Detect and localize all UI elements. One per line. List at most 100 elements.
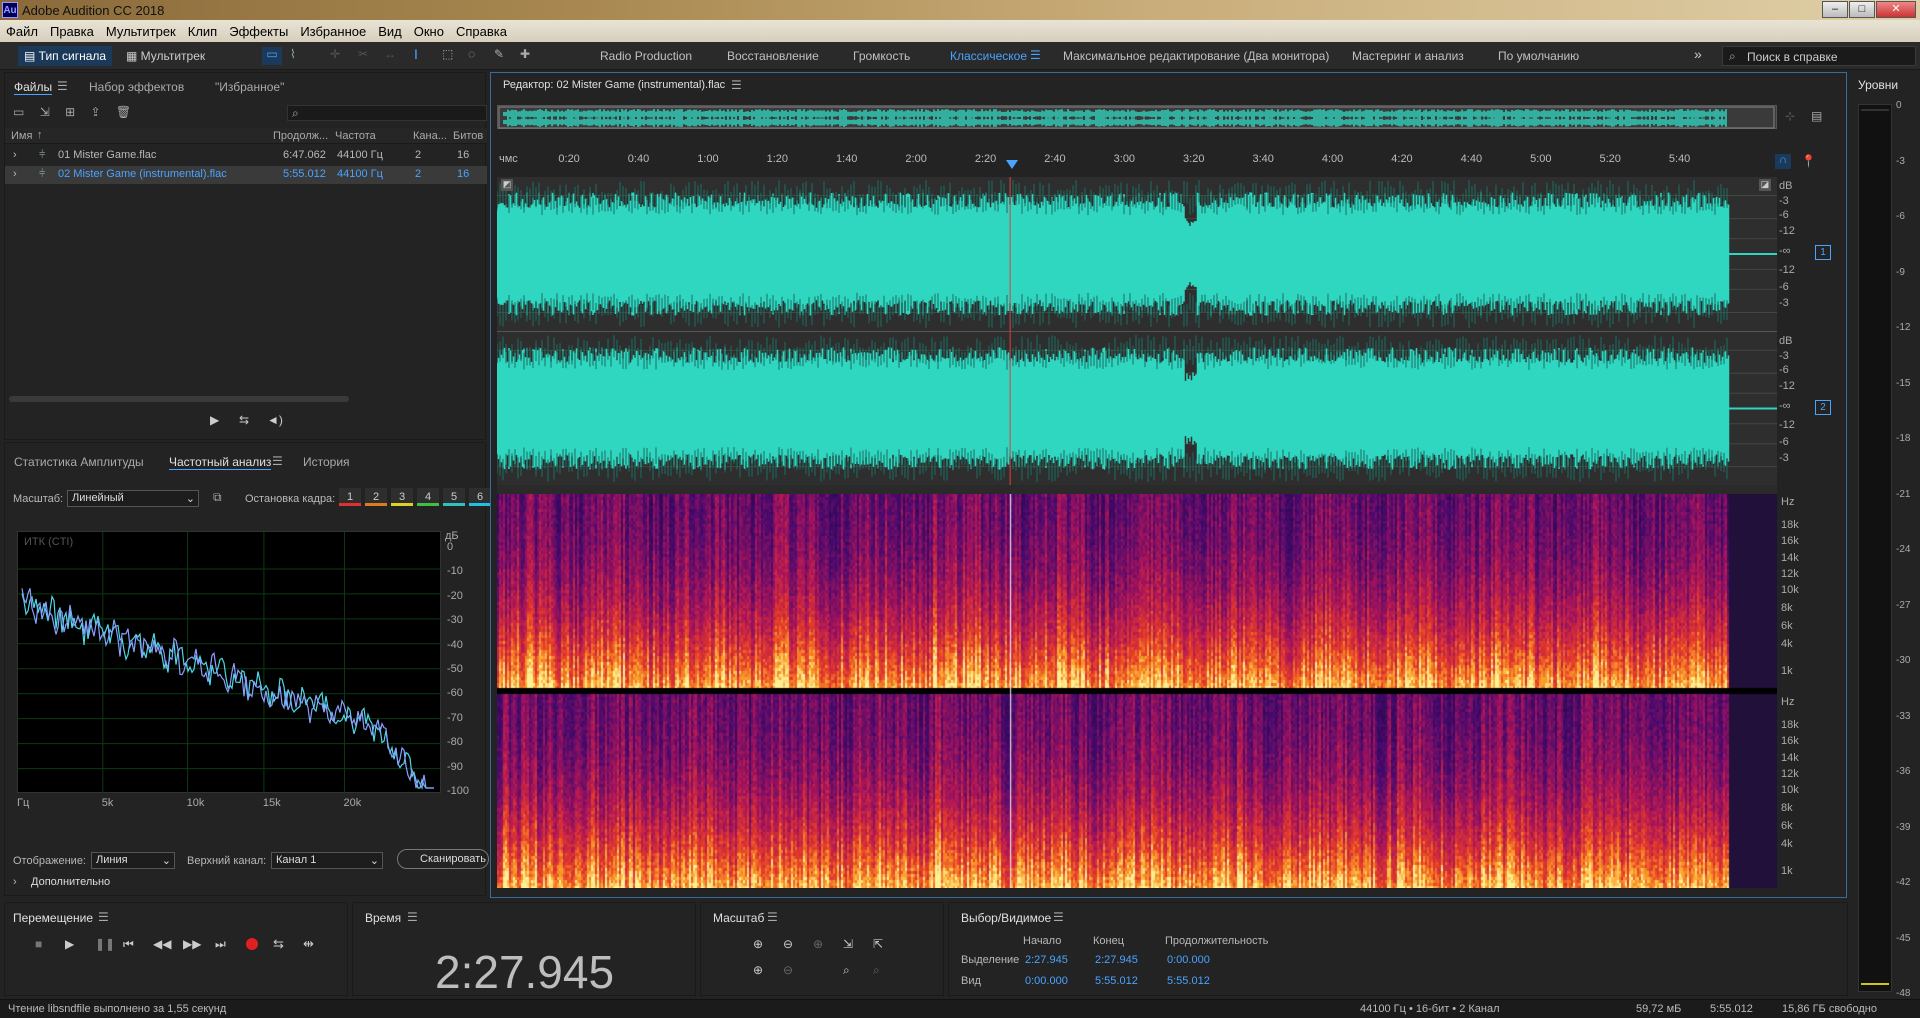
tab-files[interactable]: Файлы: [14, 80, 53, 95]
selection-end[interactable]: 2:27.945: [1095, 954, 1138, 966]
loop-playback-icon[interactable]: ⇆: [273, 936, 284, 952]
zoom-out-amplitude-icon[interactable]: ⊖: [783, 937, 793, 951]
workspace-max-editing[interactable]: Максимальное редактирование (Два монитор…: [1063, 49, 1329, 63]
menu-file[interactable]: Файл: [6, 24, 38, 39]
snapshot-icon[interactable]: ⧉: [213, 490, 222, 505]
selection-start[interactable]: 2:27.945: [1025, 954, 1068, 966]
col-duration[interactable]: Продолж...: [273, 130, 328, 142]
close-button[interactable]: ✕: [1876, 1, 1916, 18]
col-channels[interactable]: Кана...: [413, 130, 447, 142]
razor-tool-icon[interactable]: ✂: [358, 47, 368, 61]
slip-tool-icon[interactable]: ↔: [384, 47, 396, 61]
scale-select[interactable]: Линейный ⌄: [67, 490, 199, 507]
selection-duration[interactable]: 0:00.000: [1167, 954, 1210, 966]
col-bits[interactable]: Битов: [453, 130, 483, 142]
view-duration[interactable]: 5:55.012: [1167, 975, 1210, 987]
overview-navigator[interactable]: [497, 105, 1777, 129]
workspace-radio-production[interactable]: Radio Production: [600, 49, 692, 63]
go-to-end-icon[interactable]: ⏭: [215, 937, 226, 952]
fade-out-handle-icon[interactable]: ◪: [1759, 179, 1771, 191]
pause-icon[interactable]: ❚❚: [95, 937, 115, 951]
zoom-in-amplitude-icon[interactable]: ⊕: [753, 937, 763, 951]
zoom-selection-in-icon[interactable]: ⌕: [843, 963, 850, 978]
workspace-classic[interactable]: Классическое: [950, 49, 1027, 63]
zoom-to-selection-icon[interactable]: ⇱: [873, 937, 883, 951]
fade-in-handle-icon[interactable]: ◩: [501, 179, 513, 191]
tab-amplitude-statistics[interactable]: Статистика Амплитуды: [14, 455, 144, 469]
freeze-slot-1[interactable]: 1: [339, 488, 361, 506]
zoom-out-frequency-icon[interactable]: ⊖: [783, 963, 793, 977]
expand-chevron-icon[interactable]: ›: [13, 168, 17, 180]
menu-view[interactable]: Вид: [378, 24, 402, 39]
autoplay-icon[interactable]: ◄): [267, 413, 283, 427]
waveform-display[interactable]: ◩ ◪: [497, 177, 1777, 485]
advanced-chevron-icon[interactable]: ›: [13, 876, 17, 888]
new-file-icon[interactable]: ⊞: [65, 105, 75, 119]
scan-button[interactable]: Сканировать: [397, 849, 489, 869]
analysis-menu-icon[interactable]: ☰: [272, 454, 283, 468]
col-name[interactable]: Имя: [11, 130, 32, 142]
time-selection-tool-icon[interactable]: I: [414, 46, 418, 62]
go-to-start-icon[interactable]: ⏮: [123, 937, 134, 952]
channel-badge[interactable]: 2: [1815, 400, 1831, 415]
delete-icon[interactable]: 🗑: [116, 105, 131, 119]
rewind-icon[interactable]: ◀◀: [153, 937, 171, 951]
record-icon[interactable]: [246, 938, 258, 950]
view-end[interactable]: 5:55.012: [1095, 975, 1138, 987]
multitrack-mode-button[interactable]: ▦ Мультитрек: [120, 46, 211, 66]
tab-history[interactable]: История: [303, 455, 350, 469]
tab-frequency-analysis[interactable]: Частотный анализ: [169, 455, 272, 470]
spot-healing-tool-icon[interactable]: ✚: [520, 47, 530, 61]
skip-selection-icon[interactable]: ⇹: [303, 936, 314, 952]
snap-icon[interactable]: ∩: [1775, 154, 1791, 169]
zoom-out-full-icon[interactable]: ⇲: [843, 937, 853, 951]
freeze-slot-5[interactable]: 5: [443, 488, 465, 506]
play-icon[interactable]: ▶: [65, 937, 74, 951]
files-horizontal-scrollbar[interactable]: [9, 396, 349, 402]
advanced-label[interactable]: Дополнительно: [31, 876, 110, 888]
freeze-slot-6[interactable]: 6: [469, 488, 491, 506]
transport-menu-icon[interactable]: ☰: [98, 910, 109, 924]
move-tool-icon[interactable]: ✛: [330, 47, 340, 61]
time-ruler[interactable]: чмс 0:20 0:40 1:00 1:20 1:40 2:00 2:20 2:40 3:00 3…: [497, 153, 1777, 169]
waveform-mode-button[interactable]: ▤ Тип сигнала: [18, 46, 113, 66]
import-file-icon[interactable]: ⇲: [40, 105, 50, 119]
table-row-selected[interactable]: › ⫩ 02 Mister Game (instrumental).flac 5…: [5, 166, 487, 184]
zoom-selection-out-icon[interactable]: ⌕: [873, 963, 880, 978]
play-preview-icon[interactable]: ▶: [210, 413, 219, 427]
display-select[interactable]: Линия ⌄: [91, 852, 175, 869]
open-file-icon[interactable]: ▭: [13, 105, 24, 119]
brush-tool-icon[interactable]: ✎: [494, 47, 504, 61]
tab-effects-rack[interactable]: Набор эффектов: [89, 80, 184, 94]
expand-chevron-icon[interactable]: ›: [13, 149, 17, 161]
spectral-view-icon[interactable]: ⌇: [290, 47, 296, 61]
menu-effects[interactable]: Эффекты: [229, 24, 288, 39]
insert-icon[interactable]: ⇪: [91, 105, 101, 119]
spectral-divider[interactable]: [497, 485, 1777, 494]
zoom-in-time-icon[interactable]: ⊕: [813, 937, 823, 951]
marker-pin-icon[interactable]: 📍: [1801, 154, 1816, 168]
lasso-tool-icon[interactable]: ◌: [468, 47, 475, 61]
freeze-slot-4[interactable]: 4: [417, 488, 439, 506]
zoom-menu-icon[interactable]: ☰: [767, 910, 778, 924]
waveform-view-icon[interactable]: ▭: [262, 47, 282, 65]
maximize-button[interactable]: □: [1849, 1, 1875, 18]
frequency-plot[interactable]: ИТК (CTI): [17, 531, 442, 794]
freeze-slot-3[interactable]: 3: [391, 488, 413, 506]
fast-forward-icon[interactable]: ▶▶: [183, 937, 201, 951]
tab-favorites[interactable]: "Избранное": [215, 80, 284, 94]
channel-select[interactable]: Канал 1 ⌄: [271, 852, 383, 869]
playhead-marker-icon[interactable]: [1006, 160, 1019, 169]
files-search-input[interactable]: ⌕: [287, 105, 487, 121]
workspace-mastering[interactable]: Мастеринг и анализ: [1352, 49, 1464, 63]
workspace-default[interactable]: По умолчанию: [1498, 49, 1579, 63]
freeze-slot-2[interactable]: 2: [365, 488, 387, 506]
files-menu-icon[interactable]: ☰: [57, 79, 68, 93]
menu-clip[interactable]: Клип: [188, 24, 217, 39]
zoom-in-frequency-icon[interactable]: ⊕: [753, 963, 763, 977]
menu-favorites[interactable]: Избранное: [300, 24, 366, 39]
menu-multitrack[interactable]: Мультитрек: [106, 24, 176, 39]
channel-badge[interactable]: 1: [1815, 245, 1831, 260]
stop-icon[interactable]: ■: [35, 937, 42, 951]
menu-help[interactable]: Справка: [456, 24, 507, 39]
